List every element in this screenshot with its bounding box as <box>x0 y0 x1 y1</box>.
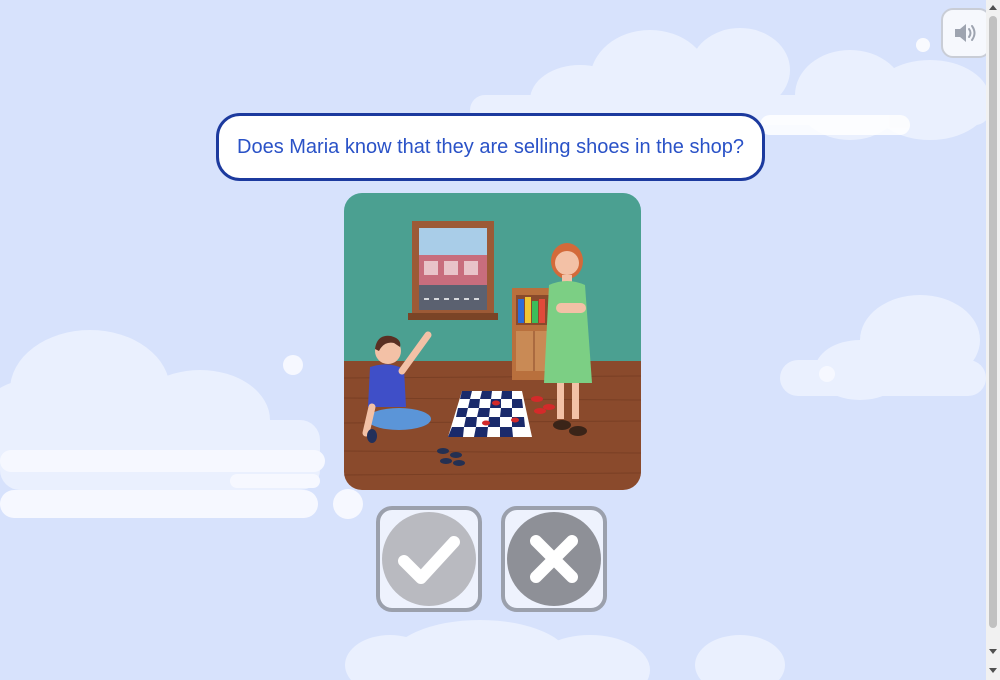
scroll-down-end-arrow-icon[interactable] <box>986 664 1000 678</box>
no-answer-circle <box>507 512 601 606</box>
checkmark-icon <box>398 536 460 584</box>
question-illustration <box>344 193 641 490</box>
scroll-up-arrow-icon[interactable] <box>986 0 1000 14</box>
question-box: Does Maria know that they are selling sh… <box>216 113 765 181</box>
speaker-icon <box>955 24 976 42</box>
yes-answer-button[interactable] <box>376 506 482 612</box>
yes-answer-circle <box>382 512 476 606</box>
question-text: Does Maria know that they are selling sh… <box>237 135 744 158</box>
scroll-down-arrow-icon[interactable] <box>986 645 1000 659</box>
scrollbar-thumb[interactable] <box>989 16 997 628</box>
sound-button[interactable] <box>941 8 991 58</box>
no-answer-button[interactable] <box>501 506 607 612</box>
vertical-scrollbar[interactable] <box>986 0 1000 680</box>
children-playing-checkers-illustration <box>344 193 641 490</box>
cross-icon <box>530 535 578 583</box>
